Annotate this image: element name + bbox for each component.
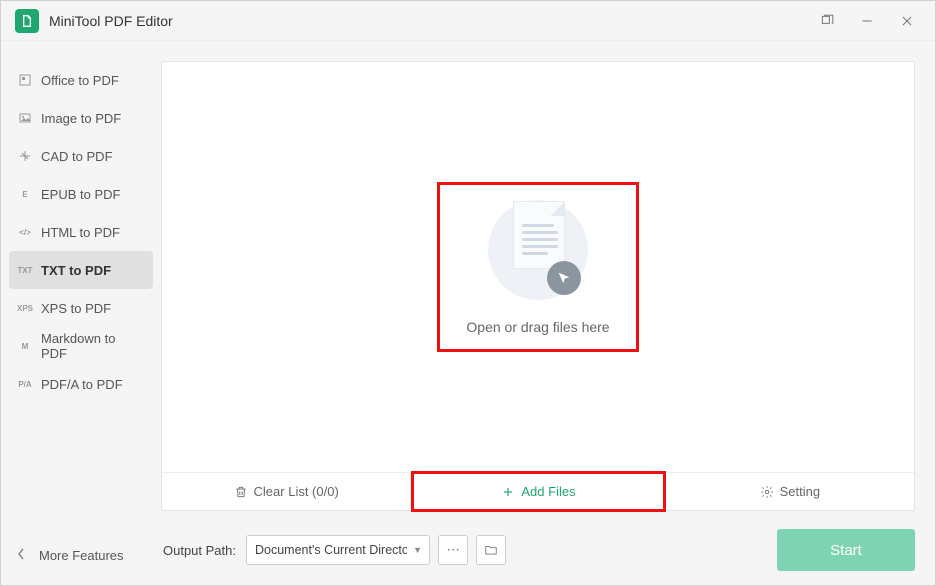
- action-row: Clear List (0/0) Add Files Setting: [162, 472, 914, 510]
- epub-icon: E: [17, 187, 33, 201]
- open-folder-button[interactable]: [476, 535, 506, 565]
- sidebar-item-txt[interactable]: TXT TXT to PDF: [9, 251, 153, 289]
- xps-icon: XPS: [17, 301, 33, 315]
- html-icon: </>: [17, 225, 33, 239]
- sidebar: Office to PDF Image to PDF CAD to PDF E …: [1, 41, 161, 585]
- sidebar-item-label: PDF/A to PDF: [41, 377, 123, 392]
- drop-highlight: Open or drag files here: [437, 182, 638, 352]
- clear-list-button[interactable]: Clear List (0/0): [162, 473, 411, 510]
- start-button[interactable]: Start: [777, 529, 915, 571]
- txt-icon: TXT: [17, 263, 33, 277]
- drop-zone[interactable]: Open or drag files here: [162, 62, 914, 472]
- content: Open or drag files here Clear List (0/0)…: [161, 41, 935, 585]
- sidebar-item-epub[interactable]: E EPUB to PDF: [9, 175, 153, 213]
- sidebar-item-image[interactable]: Image to PDF: [9, 99, 153, 137]
- add-files-label: Add Files: [521, 484, 575, 499]
- sidebar-item-label: Image to PDF: [41, 111, 121, 126]
- output-row: Output Path: Document's Current Director…: [161, 511, 915, 571]
- cursor-icon: [547, 261, 581, 295]
- minimize-button[interactable]: [847, 1, 887, 41]
- drop-panel: Open or drag files here Clear List (0/0)…: [161, 61, 915, 511]
- sidebar-item-html[interactable]: </> HTML to PDF: [9, 213, 153, 251]
- sidebar-item-label: Markdown to PDF: [41, 331, 145, 361]
- drop-file-icon: [483, 195, 593, 305]
- sidebar-item-markdown[interactable]: M Markdown to PDF: [9, 327, 153, 365]
- chevron-left-icon: [17, 548, 25, 563]
- sidebar-item-pdfa[interactable]: P/A PDF/A to PDF: [9, 365, 153, 403]
- close-button[interactable]: [887, 1, 927, 41]
- main-area: Office to PDF Image to PDF CAD to PDF E …: [1, 41, 935, 585]
- output-path-select[interactable]: Document's Current Directory: [246, 535, 430, 565]
- add-files-button[interactable]: Add Files: [411, 471, 665, 512]
- more-features-label: More Features: [39, 548, 124, 563]
- office-icon: [17, 73, 33, 87]
- sidebar-item-label: CAD to PDF: [41, 149, 113, 164]
- app-logo-icon: [15, 9, 39, 33]
- sidebar-item-office[interactable]: Office to PDF: [9, 61, 153, 99]
- sidebar-list: Office to PDF Image to PDF CAD to PDF E …: [9, 61, 153, 535]
- window-action-icon[interactable]: [807, 1, 847, 41]
- titlebar: MiniTool PDF Editor: [1, 1, 935, 41]
- sidebar-item-xps[interactable]: XPS XPS to PDF: [9, 289, 153, 327]
- sidebar-item-label: XPS to PDF: [41, 301, 111, 316]
- more-features-button[interactable]: More Features: [9, 535, 153, 575]
- setting-label: Setting: [780, 484, 820, 499]
- image-icon: [17, 111, 33, 125]
- clear-list-label: Clear List (0/0): [254, 484, 339, 499]
- cad-icon: [17, 149, 33, 163]
- sidebar-item-label: TXT to PDF: [41, 263, 111, 278]
- folder-icon: [484, 543, 498, 557]
- app-title: MiniTool PDF Editor: [49, 13, 807, 29]
- output-path-label: Output Path:: [163, 543, 236, 558]
- plus-icon: [501, 485, 515, 499]
- more-path-button[interactable]: ⋯: [438, 535, 468, 565]
- sidebar-item-label: Office to PDF: [41, 73, 119, 88]
- trash-icon: [234, 485, 248, 499]
- drop-label: Open or drag files here: [466, 319, 609, 335]
- sidebar-item-label: HTML to PDF: [41, 225, 120, 240]
- setting-button[interactable]: Setting: [666, 473, 914, 510]
- sidebar-item-label: EPUB to PDF: [41, 187, 120, 202]
- pdfa-icon: P/A: [17, 377, 33, 391]
- gear-icon: [760, 485, 774, 499]
- ellipsis-icon: ⋯: [446, 542, 459, 558]
- markdown-icon: M: [17, 339, 33, 353]
- sidebar-item-cad[interactable]: CAD to PDF: [9, 137, 153, 175]
